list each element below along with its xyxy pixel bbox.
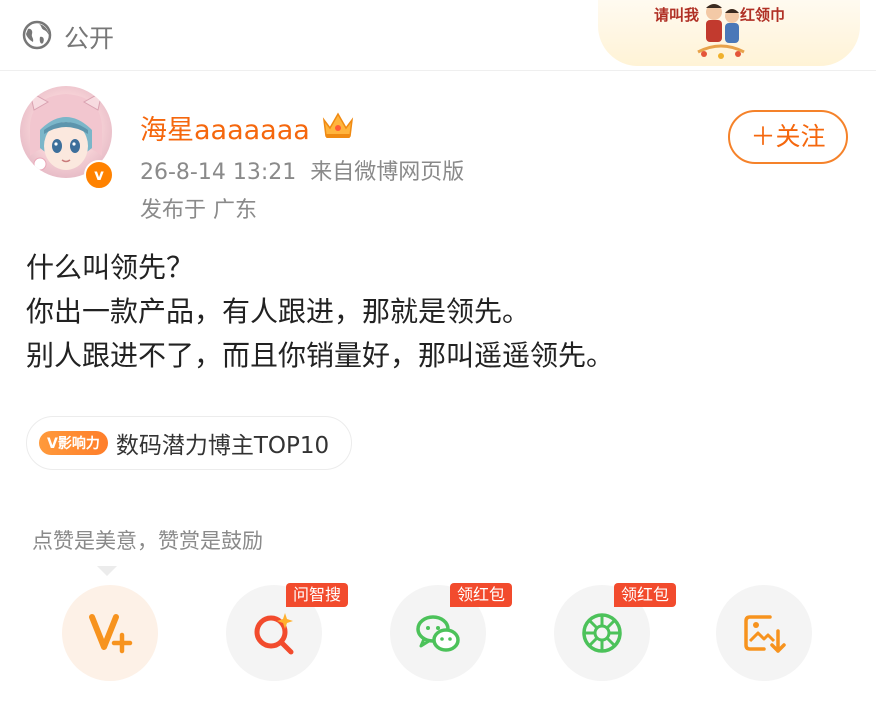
follow-button[interactable]: ＋关注 <box>728 110 848 164</box>
verified-v-icon: v <box>84 160 114 190</box>
ai-search-icon <box>254 613 294 655</box>
post-location: 发布于 广东 <box>140 198 257 223</box>
moments-badge: 领红包 <box>614 583 677 607</box>
crown-icon[interactable] <box>320 110 356 140</box>
reward-pointer <box>97 566 117 576</box>
v-plus-button[interactable] <box>62 585 158 681</box>
influence-label: 数码潜力博主TOP10 <box>115 433 330 459</box>
save-image-icon <box>744 615 786 653</box>
post-line: 别人跟进不了，而且你销量好，那叫遥遥领先。 <box>26 339 615 372</box>
post-content: 什么叫领先？ 你出一款产品，有人跟进，那就是领先。 别人跟进不了，而且你销量好，… <box>26 246 614 378</box>
author-name[interactable]: 海星aaaaaaa <box>140 108 310 147</box>
influence-badge: V影响力 <box>39 431 108 455</box>
wechat-icon <box>416 615 460 652</box>
ai-search-badge: 问智搜 <box>286 583 349 607</box>
influence-tag[interactable]: V影响力 数码潜力博主TOP10 <box>26 416 353 470</box>
post-timestamp: 26-8-14 13:21 <box>140 160 297 185</box>
post-line: 你出一款产品，有人跟进，那就是领先。 <box>26 295 531 328</box>
globe-icon <box>22 20 52 50</box>
moments-icon <box>582 613 622 653</box>
post-meta: 26-8-14 13:21 来自微博网页版 <box>140 154 464 186</box>
banner-right-text: 红领巾 <box>740 6 786 24</box>
post-source: 来自微博网页版 <box>310 160 465 185</box>
v-plus-icon <box>89 614 133 654</box>
promo-banner[interactable]: 请叫我 红领巾 <box>598 0 860 66</box>
post-line: 什么叫领先？ <box>26 251 195 284</box>
top-bar: 公开 请叫我 红领巾 <box>0 0 876 71</box>
wechat-badge: 领红包 <box>450 583 513 607</box>
save-image-button[interactable] <box>716 585 812 681</box>
visibility-label[interactable]: 公开 <box>64 19 114 55</box>
banner-left-text: 请叫我 <box>654 6 700 24</box>
reward-prompt: 点赞是美意，赞赏是鼓励 <box>32 529 263 553</box>
